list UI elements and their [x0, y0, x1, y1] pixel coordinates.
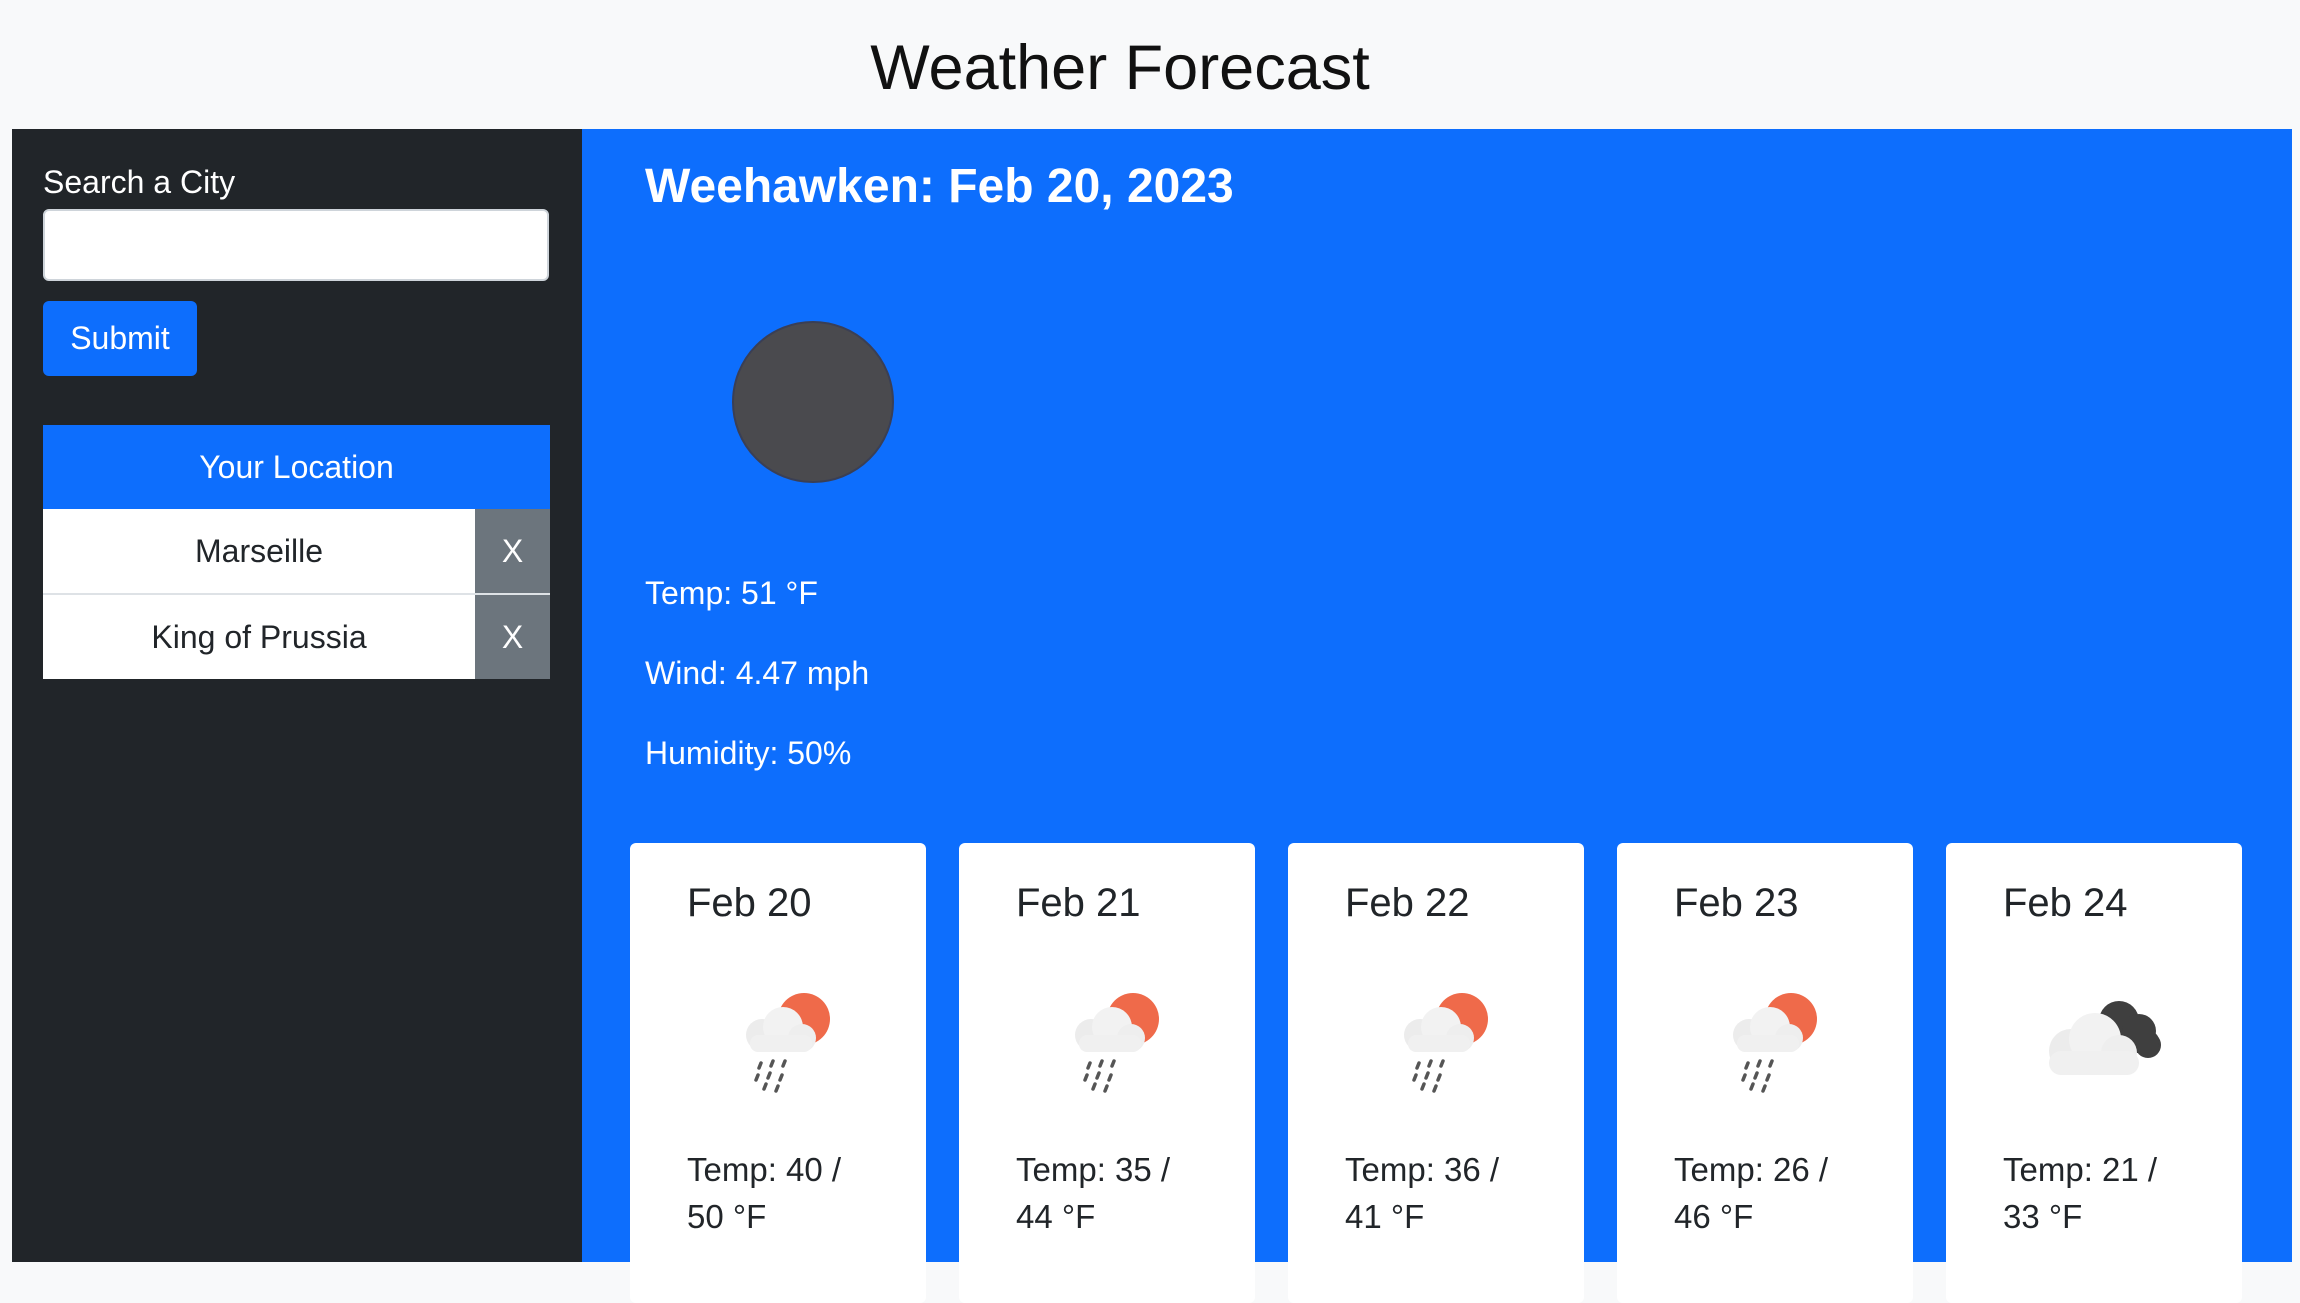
- page-header: Weather Forecast: [0, 0, 2300, 129]
- current-weather-panel: Weehawken: Feb 20, 2023 Temp: 51 °F Wind…: [582, 129, 2292, 1303]
- sidebar: Search a City Submit Your Location Marse…: [12, 129, 582, 1262]
- remove-city-button[interactable]: X: [475, 595, 550, 679]
- remove-city-button[interactable]: X: [475, 509, 550, 593]
- forecast-date: Feb 21: [1016, 881, 1141, 925]
- broken-clouds-icon: [2049, 1001, 2161, 1075]
- saved-locations-list: Your Location Marseille X King of Prussi…: [43, 425, 550, 679]
- forecast-temp: Temp: 40 / 50 °F: [687, 1146, 907, 1240]
- city-search-input[interactable]: [43, 209, 549, 281]
- forecast-card: Feb 21 Temp: 35 / 44 °F: [959, 843, 1255, 1303]
- forecast-temp: Temp: 26 / 46 °F: [1674, 1146, 1894, 1240]
- forecast-temp-line: 46 °F: [1674, 1198, 1754, 1235]
- forecast-card: Feb 23 Temp: 26 / 46 °F: [1617, 843, 1913, 1303]
- rain-sun-icon: [1733, 993, 1817, 1093]
- current-city-date: Weehawken: Feb 20, 2023: [645, 160, 1234, 213]
- forecast-temp-line: Temp: 40 /: [687, 1151, 842, 1188]
- forecast-card: Feb 24 Temp: 21 / 33 °F: [1946, 843, 2242, 1303]
- current-temp: Temp: 51 °F: [645, 575, 818, 611]
- saved-city-row: King of Prussia X: [43, 593, 550, 679]
- saved-city-button[interactable]: Marseille: [43, 509, 475, 593]
- forecast-temp-line: Temp: 26 /: [1674, 1151, 1829, 1188]
- search-label: Search a City: [43, 164, 236, 200]
- submit-button[interactable]: Submit: [43, 301, 197, 376]
- your-location-button[interactable]: Your Location: [43, 425, 550, 509]
- forecast-temp-line: 41 °F: [1345, 1198, 1425, 1235]
- current-humidity: Humidity: 50%: [645, 735, 852, 771]
- forecast-date: Feb 20: [687, 881, 812, 925]
- forecast-temp-line: 50 °F: [687, 1198, 767, 1235]
- page-title: Weather Forecast: [870, 32, 1370, 103]
- rain-sun-icon: [746, 993, 830, 1093]
- forecast-temp-line: Temp: 21 /: [2003, 1151, 2158, 1188]
- rain-sun-icon: [1404, 993, 1488, 1093]
- forecast-temp-line: 44 °F: [1016, 1198, 1096, 1235]
- forecast-date: Feb 23: [1674, 881, 1799, 925]
- forecast-temp: Temp: 35 / 44 °F: [1016, 1146, 1236, 1240]
- forecast-temp-line: Temp: 36 /: [1345, 1151, 1500, 1188]
- forecast-temp-line: Temp: 35 /: [1016, 1151, 1171, 1188]
- saved-city-row: Marseille X: [43, 509, 550, 593]
- forecast-card: Feb 22 Temp: 36 / 41 °F: [1288, 843, 1584, 1303]
- forecast-card: Feb 20 Temp: 40 / 50 °F: [630, 843, 926, 1303]
- saved-city-button[interactable]: King of Prussia: [43, 595, 475, 679]
- forecast-temp: Temp: 21 / 33 °F: [2003, 1146, 2223, 1240]
- forecast-temp: Temp: 36 / 41 °F: [1345, 1146, 1565, 1240]
- forecast-date: Feb 24: [2003, 881, 2128, 925]
- rain-sun-icon: [1075, 993, 1159, 1093]
- night-clear-icon: [732, 321, 894, 483]
- forecast-temp-line: 33 °F: [2003, 1198, 2083, 1235]
- forecast-date: Feb 22: [1345, 881, 1470, 925]
- current-wind: Wind: 4.47 mph: [645, 655, 870, 691]
